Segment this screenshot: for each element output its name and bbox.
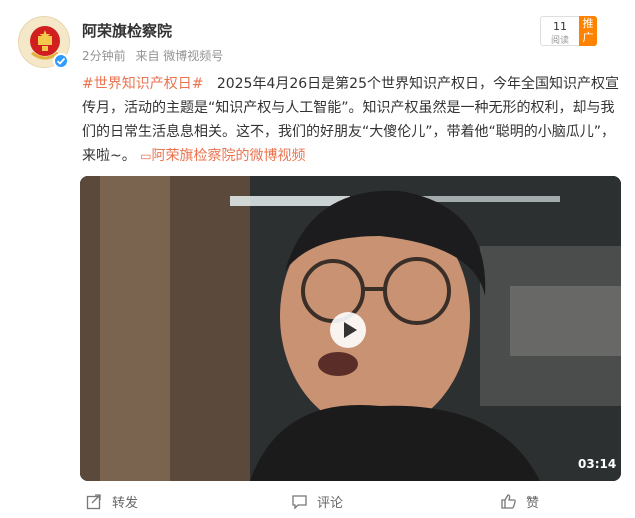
forward-button[interactable]: 转发 — [86, 490, 138, 512]
comment-button[interactable]: 评论 — [291, 490, 343, 512]
play-button[interactable] — [330, 312, 366, 348]
hashtag-link[interactable]: #世界知识产权日# — [82, 76, 203, 92]
post-header: 阿荣旗检察院 2分钟前 来自 微博视频号 11 阅读 推广 — [0, 0, 635, 70]
like-button[interactable]: 赞 — [500, 490, 539, 512]
promo-count: 11 — [553, 20, 567, 33]
post-time[interactable]: 2分钟前 — [82, 49, 126, 63]
post-meta: 2分钟前 来自 微博视频号 — [82, 47, 229, 64]
video-player[interactable]: 03:14 — [80, 176, 621, 481]
promo-sub: 阅读 — [551, 36, 570, 46]
comment-label: 评论 — [317, 495, 344, 511]
thumbs-up-icon — [501, 493, 516, 509]
promo-tag: 推广 — [579, 16, 597, 46]
comment-icon — [292, 494, 307, 510]
video-duration: 03:14 — [578, 457, 617, 471]
username[interactable]: 阿荣旗检察院 — [82, 20, 172, 41]
post-source: 来自 微博视频号 — [135, 49, 224, 63]
promo-badge[interactable]: 11 阅读 推广 — [540, 16, 597, 46]
play-icon — [344, 322, 357, 338]
verified-icon — [53, 53, 69, 69]
action-bar: 转发 评论 赞 — [0, 484, 635, 518]
video-camera-icon: ▭ — [140, 149, 152, 163]
video-source-link[interactable]: 阿荣旗检察院的微博视频 — [152, 148, 306, 164]
forward-label: 转发 — [112, 495, 139, 511]
post-text: #世界知识产权日# 2025年4月26日是第25个世界知识产权日，今年全国知识产… — [82, 72, 620, 168]
forward-icon — [86, 493, 101, 509]
like-label: 赞 — [526, 495, 540, 511]
